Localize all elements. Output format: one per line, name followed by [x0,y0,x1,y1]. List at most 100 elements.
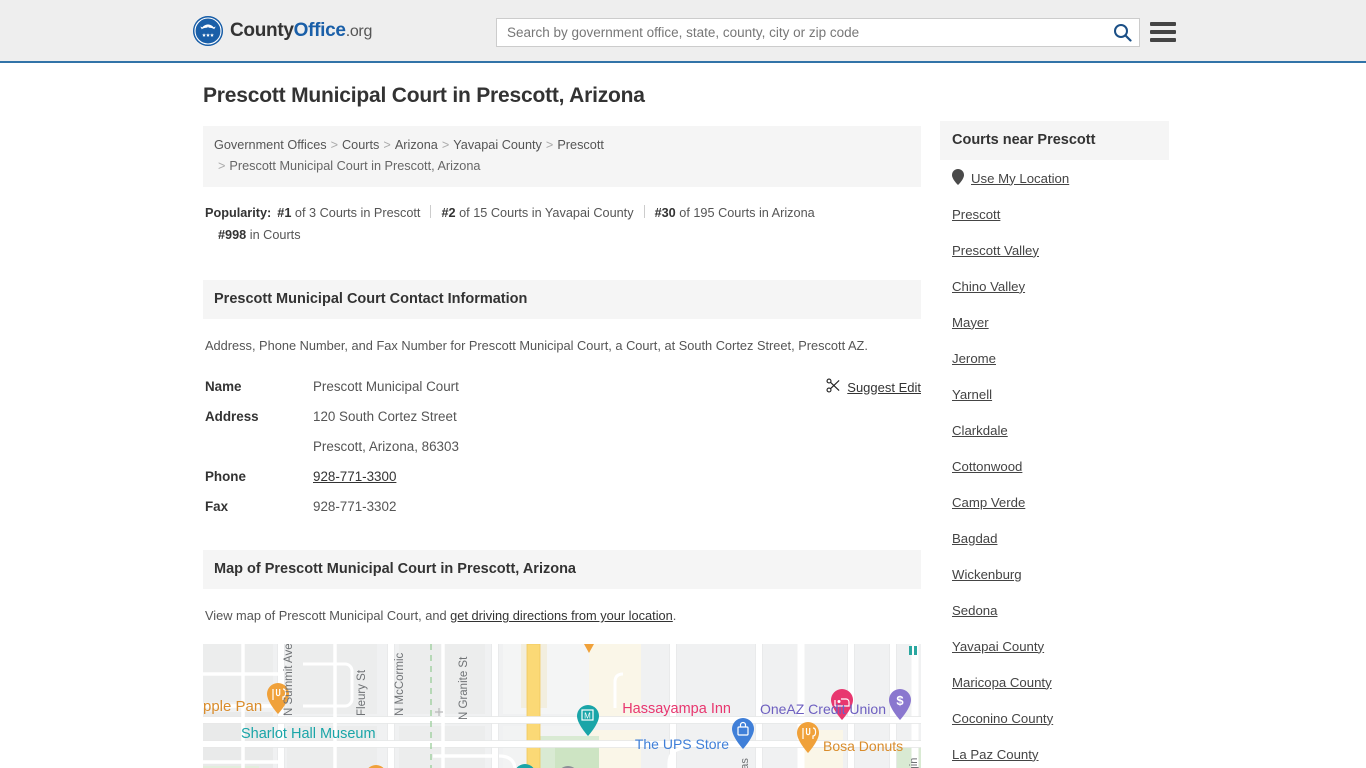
contact-value: 928-771-3302 [313,498,396,516]
breadcrumb-separator: > [442,138,449,152]
sidebar-item-cottonwood[interactable]: Cottonwood [952,448,1157,484]
popularity-row: Popularity:#1 of 3 Courts in Prescott#2 … [203,202,921,246]
breadcrumb-separator: > [546,138,553,152]
phone-link[interactable]: 928-771-3300 [313,469,396,484]
svg-text:M: M [584,712,591,721]
search-button[interactable] [1105,19,1139,46]
sidebar-link[interactable]: Prescott Valley [952,243,1039,258]
sidebar-item-camp-verde[interactable]: Camp Verde [952,484,1157,520]
contact-value: 120 South Cortez Street [313,408,457,426]
sidebar-item-coconino-county[interactable]: Coconino County [952,700,1157,736]
sidebar-item-la-paz-county[interactable]: La Paz County [952,736,1157,768]
site-logo-text: CountyOffice.org [230,20,372,42]
breadcrumb-item-prescott[interactable]: Prescott [557,138,604,152]
sidebar-link[interactable]: Yarnell [952,387,992,402]
sidebar-link[interactable]: Bagdad [952,531,997,546]
map-label-n-summit-ave: N Summit Ave [283,644,295,716]
sidebar-link[interactable]: Clarkdale [952,423,1008,438]
map-label-ups-store: The UPS Store [635,736,729,752]
map-label-n-mccormick: N McCormic [394,653,406,716]
sidebar-link[interactable]: Cottonwood [952,459,1022,474]
sidebar-link[interactable]: La Paz County [952,747,1039,762]
logo-text-office: Office [294,20,346,41]
hamburger-menu-icon[interactable] [1150,20,1176,44]
sidebar-link[interactable]: Mayer [952,315,989,330]
breadcrumb-item-courts[interactable]: Courts [342,138,379,152]
map-label-s-virginia: S Virgin [908,758,920,768]
map-canvas: M $ [203,644,921,768]
sidebar-item-maricopa-county[interactable]: Maricopa County [952,664,1157,700]
breadcrumb-item-yavapai-county[interactable]: Yavapai County [453,138,542,152]
contact-section-description: Address, Phone Number, and Fax Number fo… [203,336,921,356]
contact-key: Fax [205,498,313,516]
contact-key: Name [205,378,313,396]
breadcrumb-item-government-offices[interactable]: Government Offices [214,138,327,152]
sidebar-item-yarnell[interactable]: Yarnell [952,376,1157,412]
map-label-apple-pan: pple Pan [203,698,262,715]
sidebar-item-jerome[interactable]: Jerome [952,340,1157,376]
map-embed[interactable]: M $ [203,644,921,768]
breadcrumb-item-current: Prescott Municipal Court in Prescott, Ar… [229,159,480,173]
eagle-shield-icon [193,16,223,46]
suggest-edit-label[interactable]: Suggest Edit [847,380,921,395]
contact-value: Prescott Municipal Court [313,378,459,396]
sidebar: Courts near Prescott Use My Location Pre… [940,121,1169,768]
sidebar-link[interactable]: Camp Verde [952,495,1025,510]
popularity-rank: #1 [277,206,291,220]
sidebar-link[interactable]: Coconino County [952,711,1053,726]
driving-directions-link[interactable]: get driving directions from your locatio… [450,608,673,623]
hamburger-bar-2 [1150,30,1176,34]
map-label-bosa-donuts: Bosa Donuts [823,738,903,754]
popularity-text: in Courts [250,228,301,242]
sidebar-item-clarkdale[interactable]: Clarkdale [952,412,1157,448]
sidebar-link[interactable]: Yavapai County [952,639,1044,654]
sidebar-link[interactable]: Jerome [952,351,996,366]
popularity-label: Popularity: [205,206,271,220]
popularity-text: of 195 Courts in Arizona [679,206,814,220]
sidebar-item-prescott[interactable]: Prescott [952,196,1157,232]
popularity-rank: #30 [655,206,676,220]
popularity-entry-2: #30 of 195 Courts in Arizona [655,206,815,220]
site-logo[interactable]: CountyOffice.org [193,16,372,46]
contact-key [205,438,313,456]
sidebar-item-prescott-valley[interactable]: Prescott Valley [952,232,1157,268]
suggest-edit-button[interactable]: Suggest Edit [826,378,921,396]
site-header: CountyOffice.org [0,0,1366,63]
edit-scissors-icon [826,378,841,396]
map-section-description: View map of Prescott Municipal Court, an… [203,606,921,626]
sidebar-link[interactable]: Chino Valley [952,279,1025,294]
search-bar[interactable] [496,18,1140,47]
sidebar-link[interactable]: Prescott [952,207,1000,222]
sidebar-item-bagdad[interactable]: Bagdad [952,520,1157,556]
map-label-fleury-st: Fleury St [356,669,368,716]
main-content: Prescott Municipal Court in Prescott, Ar… [203,84,921,768]
breadcrumb-separator: > [331,138,338,152]
sidebar-link[interactable]: Sedona [952,603,997,618]
sidebar-item-mayer[interactable]: Mayer [952,304,1157,340]
breadcrumb-item-arizona[interactable]: Arizona [395,138,438,152]
search-icon [1113,23,1132,42]
contact-key: Address [205,408,313,426]
sidebar-item-yavapai-county[interactable]: Yavapai County [952,628,1157,664]
map-label-sharlot-hall-museum: Sharlot Hall Museum [241,726,376,742]
contact-row-address: Address 120 South Cortez Street [205,408,919,426]
map-section-heading: Map of Prescott Municipal Court in Presc… [203,550,921,589]
logo-text-org: .org [346,23,372,40]
popularity-divider [644,205,645,218]
contact-value: Prescott, Arizona, 86303 [313,438,459,456]
sidebar-item-chino-valley[interactable]: Chino Valley [952,268,1157,304]
sidebar-item-use-my-location[interactable]: Use My Location [952,160,1157,196]
popularity-rank: #998 [218,228,246,242]
sidebar-item-wickenburg[interactable]: Wickenburg [952,556,1157,592]
sidebar-link[interactable]: Wickenburg [952,567,1022,582]
popularity-text: of 15 Courts in Yavapai County [459,206,633,220]
map-label-hassayampa-inn: Hassayampa Inn [622,701,731,717]
breadcrumb-separator: > [383,138,390,152]
sidebar-heading: Courts near Prescott [940,121,1169,160]
sidebar-link[interactable]: Maricopa County [952,675,1052,690]
search-input[interactable] [497,19,1105,46]
use-my-location-link[interactable]: Use My Location [971,171,1069,186]
contact-row-phone: Phone 928-771-3300 [205,468,919,486]
svg-text:$: $ [896,693,904,708]
sidebar-item-sedona[interactable]: Sedona [952,592,1157,628]
